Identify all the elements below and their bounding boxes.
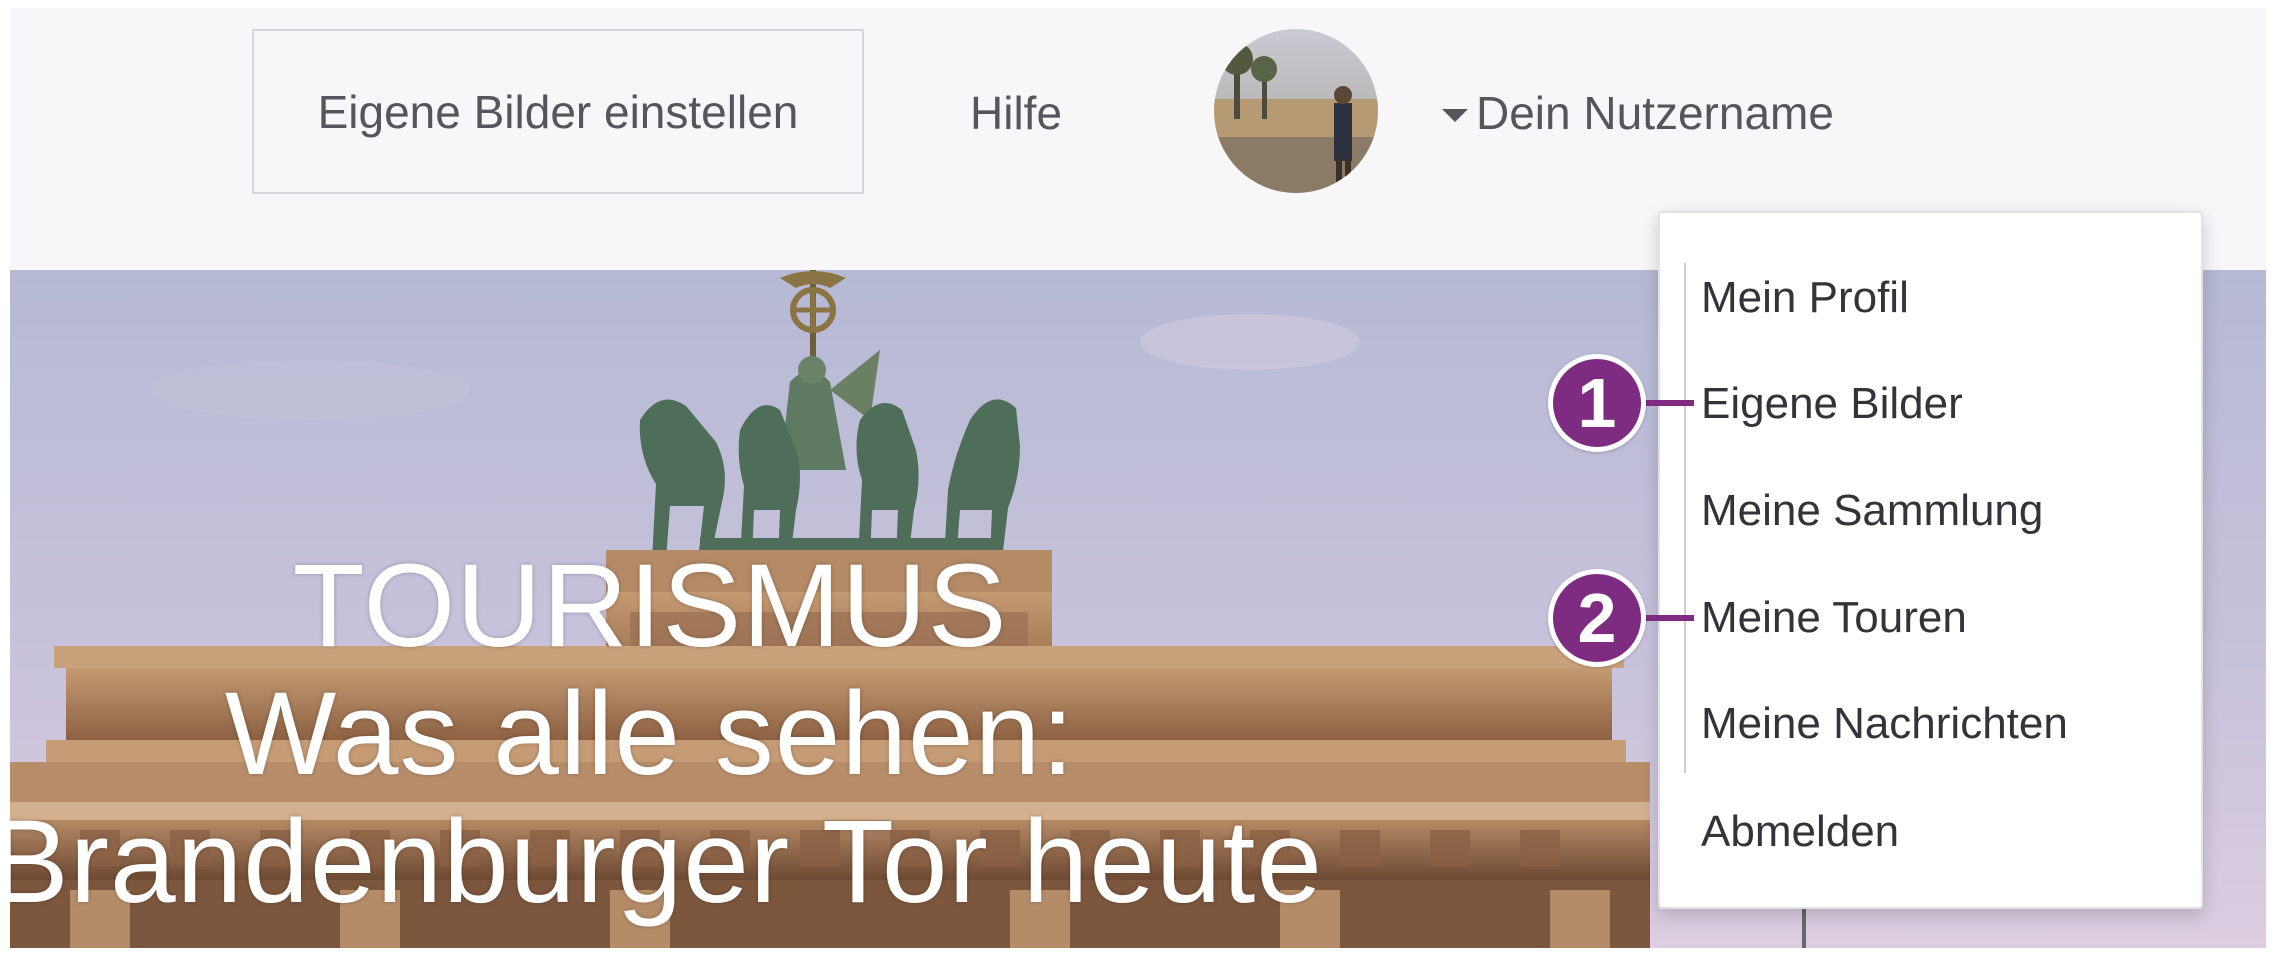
- hero-title: TOURISMUS Was alle sehen: Brandenburger …: [10, 540, 1323, 928]
- callout-1-pointer: [1638, 400, 1694, 406]
- hero-title-line-2: Was alle sehen:: [224, 668, 1076, 800]
- user-avatar[interactable]: [1214, 29, 1378, 193]
- menu-divider: [1684, 263, 1686, 773]
- hero-title-line-3: Brandenburger Tor heute: [10, 796, 1323, 928]
- menu-item-logout[interactable]: Abmelden: [1701, 807, 1899, 857]
- menu-item-my-messages[interactable]: Meine Nachrichten: [1701, 699, 2068, 749]
- callout-2-badge: 2: [1548, 569, 1646, 667]
- avatar-photo: [1214, 29, 1378, 193]
- callout-1-badge: 1: [1548, 354, 1646, 452]
- upload-images-button[interactable]: Eigene Bilder einstellen: [252, 29, 864, 194]
- menu-item-my-collection[interactable]: Meine Sammlung: [1701, 486, 2043, 536]
- caret-down-icon: [1442, 108, 1468, 122]
- menu-item-my-profile[interactable]: Mein Profil: [1701, 273, 1909, 323]
- callout-2-pointer: [1638, 615, 1694, 621]
- hero-title-line-1: TOURISMUS: [292, 540, 1008, 672]
- user-menu-toggle[interactable]: Dein Nutzername: [1442, 86, 1834, 140]
- menu-item-my-tours[interactable]: Meine Touren: [1701, 593, 1967, 643]
- user-dropdown-menu: Mein Profil Eigene Bilder Meine Sammlung…: [1658, 211, 2203, 909]
- help-link[interactable]: Hilfe: [970, 86, 1062, 140]
- menu-item-own-images[interactable]: Eigene Bilder: [1701, 379, 1963, 429]
- username-label: Dein Nutzername: [1476, 87, 1834, 139]
- page-frame: Eigene Bilder einstellen Hilfe Dein Nutz…: [10, 8, 2266, 948]
